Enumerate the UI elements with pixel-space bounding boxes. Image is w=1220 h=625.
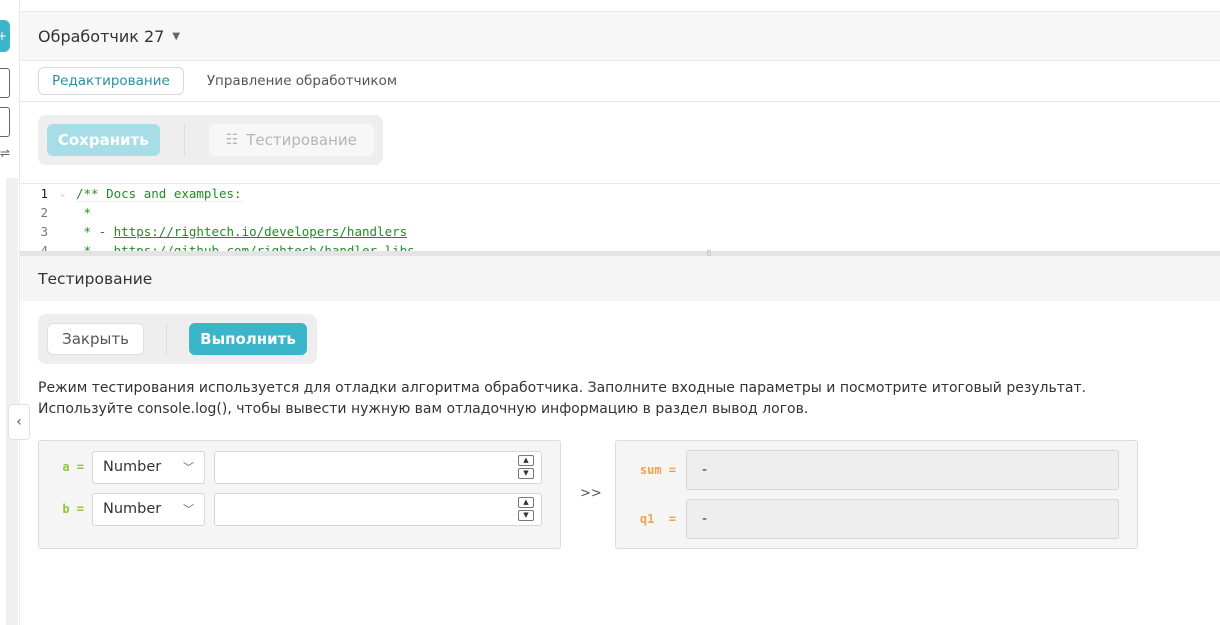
- save-button[interactable]: Сохранить: [47, 124, 160, 156]
- testing-button[interactable]: ☷ Тестирование: [208, 124, 374, 156]
- code-editor[interactable]: 1 ⌄ /** Docs and examples: 2 * 3 * - htt…: [20, 183, 1220, 251]
- code-prefix: * -: [76, 243, 114, 251]
- top-divider: [20, 0, 1220, 12]
- caret-down-icon[interactable]: ▼: [172, 31, 180, 42]
- output-param-row: sum = -: [616, 450, 1137, 490]
- toolbar-divider: [183, 124, 185, 156]
- type-select-value: Number: [103, 459, 162, 475]
- type-select[interactable]: Number ﹀: [92, 492, 205, 526]
- sidebar-field[interactable]: [0, 107, 10, 137]
- chevron-down-icon: ﹀: [183, 503, 194, 516]
- output-value: -: [686, 499, 1119, 539]
- param-value-input[interactable]: ▲ ▼: [214, 450, 542, 484]
- line-number: 1: [40, 186, 48, 201]
- output-params-panel: sum = - q1 = -: [615, 440, 1138, 549]
- code-text: * - https://rightech.io/developers/handl…: [76, 224, 408, 239]
- code-link[interactable]: https://rightech.io/developers/handlers: [114, 224, 408, 239]
- number-stepper[interactable]: ▲ ▼: [518, 496, 534, 521]
- code-line: 4 * - https://github.com/rightech/handle…: [20, 241, 1220, 251]
- output-param-row: q1 = -: [616, 499, 1137, 539]
- run-button[interactable]: Выполнить: [189, 323, 307, 355]
- code-text: * - https://github.com/rightech/handler-…: [76, 243, 415, 251]
- stepper-down-icon[interactable]: ▼: [518, 467, 534, 479]
- toolbar-divider: [166, 323, 167, 355]
- stepper-up-icon[interactable]: ▲: [518, 496, 534, 508]
- code-link[interactable]: https://github.com/rightech/handler-libs: [114, 243, 415, 251]
- close-button[interactable]: Закрыть: [47, 323, 144, 355]
- filter-icon[interactable]: ⇌: [0, 146, 10, 160]
- left-sidebar-strip: + ⇌: [0, 0, 20, 625]
- code-text: *: [76, 205, 92, 220]
- output-value: -: [686, 450, 1119, 490]
- page-title: Обработчик 27: [38, 26, 165, 46]
- sidebar-scrollbar[interactable]: [6, 178, 18, 625]
- code-line: 1 ⌄ /** Docs and examples:: [20, 184, 1220, 203]
- line-number: 4: [40, 243, 48, 251]
- type-select[interactable]: Number ﹀: [92, 450, 205, 484]
- page-header: Обработчик 27 ▼: [20, 12, 1220, 61]
- main-area: Обработчик 27 ▼ Редактирование Управлени…: [20, 0, 1220, 625]
- testing-toolbar: Закрыть Выполнить: [38, 314, 317, 364]
- line-number: 2: [40, 205, 48, 220]
- param-name: a =: [62, 460, 84, 474]
- output-name: sum =: [639, 463, 676, 477]
- tab-bar: Редактирование Управление обработчиком: [20, 61, 1220, 102]
- param-value-input[interactable]: ▲ ▼: [214, 492, 542, 526]
- input-param-row: b = Number ﹀ ▲ ▼: [39, 492, 560, 526]
- arrow-indicator: >>: [580, 486, 602, 501]
- fold-chevron-icon[interactable]: ⌄: [60, 189, 76, 199]
- tab-handler-management[interactable]: Управление обработчиком: [194, 68, 410, 94]
- number-stepper[interactable]: ▲ ▼: [518, 454, 534, 479]
- tab-editing[interactable]: Редактирование: [38, 67, 184, 95]
- line-number: 3: [40, 224, 48, 239]
- type-select-value: Number: [103, 501, 162, 517]
- code-line: 2 *: [20, 203, 1220, 222]
- checklist-icon: ☷: [225, 132, 239, 148]
- code-prefix: * -: [76, 224, 114, 239]
- output-name: q1 =: [639, 512, 676, 526]
- editor-toolbar: Сохранить ☷ Тестирование: [38, 115, 383, 165]
- stepper-down-icon[interactable]: ▼: [518, 509, 534, 521]
- input-param-row: a = Number ﹀ ▲ ▼: [39, 450, 560, 484]
- add-button[interactable]: +: [0, 20, 10, 52]
- testing-button-label: Тестирование: [246, 131, 357, 149]
- input-params-panel: a = Number ﹀ ▲ ▼ b = Number ﹀ ▲ ▼: [38, 440, 561, 549]
- sidebar-field[interactable]: [0, 68, 10, 98]
- chevron-down-icon: ﹀: [183, 461, 194, 474]
- testing-description: Режим тестирования используется для отла…: [38, 380, 1087, 417]
- param-name: b =: [62, 502, 84, 516]
- stepper-up-icon[interactable]: ▲: [518, 454, 534, 466]
- testing-panel-title: Тестирование: [20, 256, 1220, 301]
- code-text: /** Docs and examples:: [76, 185, 242, 202]
- code-line: 3 * - https://rightech.io/developers/han…: [20, 222, 1220, 241]
